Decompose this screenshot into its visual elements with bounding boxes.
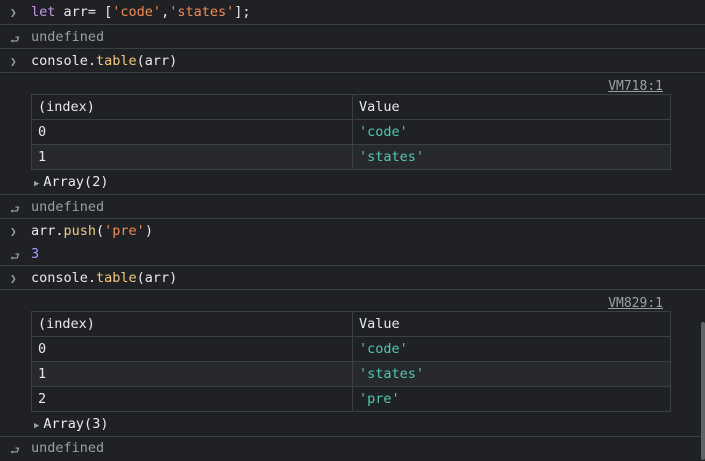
scrollbar-thumb[interactable] xyxy=(701,322,705,460)
cell-value: 'code' xyxy=(352,336,671,362)
cell-value: 'code' xyxy=(352,119,671,145)
console-output-row: ⮐ undefined xyxy=(0,195,705,219)
triangle-right-icon: ▶ xyxy=(34,421,40,431)
triangle-right-icon: ▶ xyxy=(34,179,40,189)
cell-value: 'pre' xyxy=(352,386,671,412)
array-expander[interactable]: ▶ Array(3) xyxy=(34,416,108,432)
console-table: (index) Value 0 'code' 1 'states' 2 'pre… xyxy=(31,311,671,412)
table-row: 0 'code' xyxy=(31,119,671,145)
input-code: console.table(arr) xyxy=(31,53,178,69)
input-code: let arr= ['code','states']; xyxy=(31,4,251,20)
table-row: 0 'code' xyxy=(31,336,671,362)
column-header-value[interactable]: Value xyxy=(352,311,671,337)
table-row: 1 'states' xyxy=(31,361,671,387)
return-arrow-icon: ⮐ xyxy=(10,203,20,216)
chevron-right-icon: ❯ xyxy=(10,6,17,19)
array-expander[interactable]: ▶ Array(2) xyxy=(34,174,108,190)
console-input-row[interactable]: ❯ let arr= ['code','states']; xyxy=(0,0,705,25)
console-output-row: ⮐ 3 xyxy=(0,243,705,266)
source-link[interactable]: VM718:1 xyxy=(608,79,663,94)
console-output-row: ⮐ undefined xyxy=(0,25,705,49)
cell-index: 1 xyxy=(31,144,353,170)
chevron-right-icon: ❯ xyxy=(10,55,17,68)
cell-value: 'states' xyxy=(352,144,671,170)
cell-index: 2 xyxy=(31,386,353,412)
return-arrow-icon: ⮐ xyxy=(10,250,20,263)
output-undefined: undefined xyxy=(31,440,105,456)
cell-index: 0 xyxy=(31,119,353,145)
output-undefined: undefined xyxy=(31,199,105,215)
column-header-value[interactable]: Value xyxy=(352,94,671,120)
input-code: arr.push('pre') xyxy=(31,223,153,239)
devtools-console: ❯ let arr= ['code','states']; ⮐ undefine… xyxy=(0,0,705,460)
column-header-index[interactable]: (index) xyxy=(31,94,353,120)
cell-value: 'states' xyxy=(352,361,671,387)
return-arrow-icon: ⮐ xyxy=(10,33,20,46)
source-link[interactable]: VM829:1 xyxy=(608,296,663,311)
output-undefined: undefined xyxy=(31,29,105,45)
chevron-right-icon: ❯ xyxy=(10,272,17,285)
column-header-index[interactable]: (index) xyxy=(31,311,353,337)
console-output-row: ⮐ undefined xyxy=(0,437,705,460)
console-table-output: VM829:1 (index) Value 0 'code' 1 'states… xyxy=(0,290,705,437)
table-header-row: (index) Value xyxy=(31,311,671,337)
cell-index: 1 xyxy=(31,361,353,387)
table-row: 1 'states' xyxy=(31,144,671,170)
table-header-row: (index) Value xyxy=(31,94,671,120)
console-input-row[interactable]: ❯ console.table(arr) xyxy=(0,266,705,290)
cell-index: 0 xyxy=(31,336,353,362)
input-code: console.table(arr) xyxy=(31,270,178,286)
chevron-right-icon: ❯ xyxy=(10,225,17,238)
console-input-row[interactable]: ❯ console.table(arr) xyxy=(0,49,705,73)
console-input-row[interactable]: ❯ arr.push('pre') xyxy=(0,219,705,243)
output-number: 3 xyxy=(31,246,40,262)
return-arrow-icon: ⮐ xyxy=(10,444,20,457)
table-row: 2 'pre' xyxy=(31,386,671,412)
console-table: (index) Value 0 'code' 1 'states' xyxy=(31,94,671,170)
console-table-output: VM718:1 (index) Value 0 'code' 1 'states… xyxy=(0,73,705,195)
